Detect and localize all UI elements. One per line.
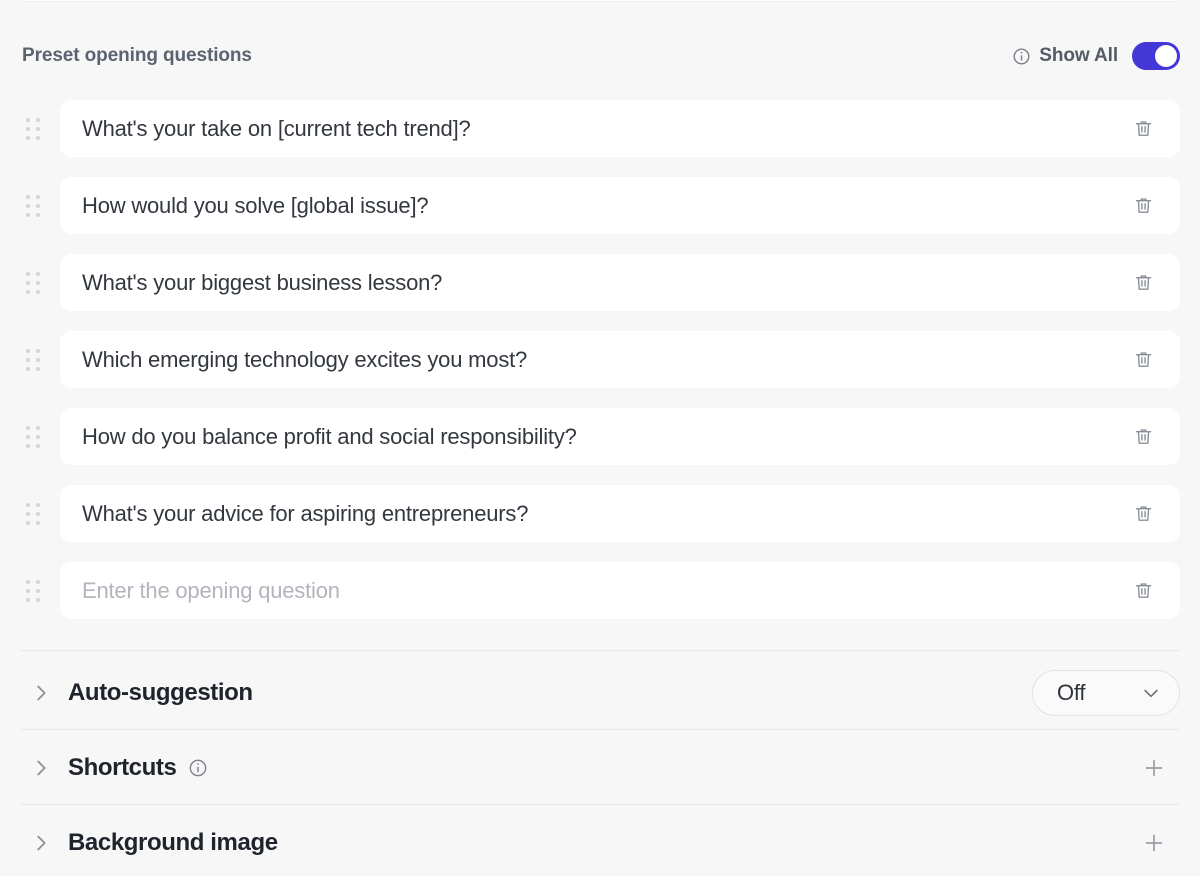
question-field[interactable]: What's your biggest business lesson? xyxy=(60,254,1180,311)
preset-questions-list: What's your take on [current tech trend]… xyxy=(0,90,1200,629)
question-row: Which emerging technology excites you mo… xyxy=(0,321,1200,398)
page-title: Preset opening questions xyxy=(22,45,252,66)
question-text[interactable]: How do you balance profit and social res… xyxy=(82,424,1126,450)
drag-handle-icon[interactable] xyxy=(22,345,44,375)
toggle-knob xyxy=(1155,45,1177,67)
header-controls: Show All xyxy=(1012,42,1180,70)
question-row-empty: Enter the opening question xyxy=(0,552,1200,629)
question-field-empty[interactable]: Enter the opening question xyxy=(60,562,1180,619)
auto-suggestion-select[interactable]: Off xyxy=(1032,669,1180,716)
question-input-placeholder[interactable]: Enter the opening question xyxy=(82,578,1126,604)
section-control: Off xyxy=(1032,669,1180,716)
trash-icon[interactable] xyxy=(1126,266,1160,300)
drag-handle-icon[interactable] xyxy=(22,114,44,144)
show-all-label: Show All xyxy=(1039,45,1118,66)
trash-icon[interactable] xyxy=(1126,497,1160,531)
question-row: How would you solve [global issue]? xyxy=(0,167,1200,244)
info-circle-icon[interactable] xyxy=(1012,47,1031,66)
question-row: What's your biggest business lesson? xyxy=(0,244,1200,321)
question-field[interactable]: What's your take on [current tech trend]… xyxy=(60,100,1180,157)
question-text[interactable]: What's your take on [current tech trend]… xyxy=(82,116,1126,142)
section-label: Background image xyxy=(68,828,278,856)
show-all-toggle[interactable] xyxy=(1132,42,1180,70)
section-label: Auto-suggestion xyxy=(68,678,253,706)
question-text[interactable]: What's your biggest business lesson? xyxy=(82,270,1126,296)
question-field[interactable]: How would you solve [global issue]? xyxy=(60,177,1180,234)
question-row: What's your advice for aspiring entrepre… xyxy=(0,475,1200,552)
info-circle-icon[interactable] xyxy=(188,758,208,778)
trash-icon[interactable] xyxy=(1126,189,1160,223)
select-value: Off xyxy=(1057,679,1086,705)
question-text[interactable]: How would you solve [global issue]? xyxy=(82,193,1126,219)
question-row: What's your take on [current tech trend]… xyxy=(0,90,1200,167)
trash-icon[interactable] xyxy=(1126,420,1160,454)
question-text[interactable]: Which emerging technology excites you mo… xyxy=(82,347,1126,373)
section-label: Shortcuts xyxy=(68,753,177,781)
question-field[interactable]: What's your advice for aspiring entrepre… xyxy=(60,485,1180,542)
question-row: How do you balance profit and social res… xyxy=(0,398,1200,475)
chevron-down-icon xyxy=(1119,683,1161,703)
drag-handle-icon[interactable] xyxy=(22,422,44,452)
settings-panel: Preset opening questions Show All What's xyxy=(0,0,1200,876)
section-row-background-image[interactable]: Background image xyxy=(0,805,1200,876)
trash-icon[interactable] xyxy=(1126,343,1160,377)
section-control xyxy=(1134,823,1180,863)
preset-questions-header: Preset opening questions Show All xyxy=(0,36,1200,76)
previous-card-edge xyxy=(20,0,1180,2)
add-shortcut-button[interactable] xyxy=(1134,748,1174,788)
question-field[interactable]: How do you balance profit and social res… xyxy=(60,408,1180,465)
divider xyxy=(20,650,1180,651)
add-background-image-button[interactable] xyxy=(1134,823,1174,863)
drag-handle-icon[interactable] xyxy=(22,576,44,606)
trash-icon[interactable] xyxy=(1126,112,1160,146)
chevron-right-icon[interactable] xyxy=(30,832,52,854)
section-row-auto-suggestion[interactable]: Auto-suggestion Off xyxy=(0,655,1200,730)
section-row-shortcuts[interactable]: Shortcuts xyxy=(0,730,1200,805)
chevron-right-icon[interactable] xyxy=(30,682,52,704)
chevron-right-icon[interactable] xyxy=(30,757,52,779)
question-field[interactable]: Which emerging technology excites you mo… xyxy=(60,331,1180,388)
question-text[interactable]: What's your advice for aspiring entrepre… xyxy=(82,501,1126,527)
drag-handle-icon[interactable] xyxy=(22,499,44,529)
trash-icon[interactable] xyxy=(1126,574,1160,608)
drag-handle-icon[interactable] xyxy=(22,191,44,221)
section-control xyxy=(1134,748,1180,788)
drag-handle-icon[interactable] xyxy=(22,268,44,298)
